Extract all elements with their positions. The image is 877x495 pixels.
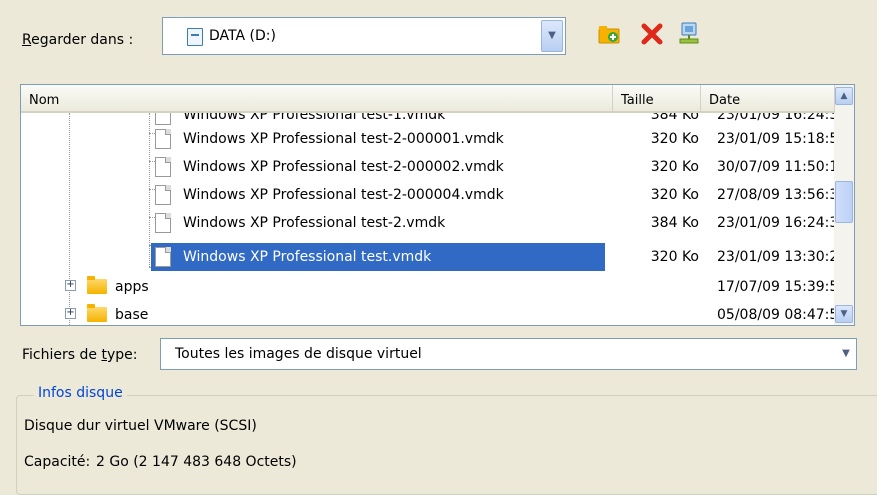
- list-item[interactable]: Windows XP Professional test-2-000002.vm…: [21, 153, 847, 181]
- disk-info-group: [16, 395, 877, 495]
- file-type-label: Fichiers de type:: [22, 347, 138, 363]
- folder-item[interactable]: + base 05/08/09 08:47:52: [21, 301, 847, 325]
- expand-icon[interactable]: +: [65, 308, 76, 319]
- file-type-value: Toutes les images de disque virtuel: [175, 346, 422, 362]
- file-name: Windows XP Professional test.vmdk: [183, 249, 432, 265]
- scroll-down-icon[interactable]: ▼: [835, 305, 853, 323]
- folder-date: 17/07/09 15:39:52: [717, 279, 848, 295]
- expand-icon[interactable]: +: [65, 280, 76, 291]
- file-name: Windows XP Professional test-2-000001.vm…: [183, 131, 504, 147]
- disk-info-title: Infos disque: [34, 385, 127, 401]
- file-date: 23/01/09 15:18:56: [717, 131, 848, 147]
- file-name: Windows XP Professional test-2-000004.vm…: [183, 187, 504, 203]
- chevron-down-icon[interactable]: ▼: [541, 20, 563, 52]
- file-icon: [155, 247, 171, 267]
- folder-icon: [87, 276, 107, 294]
- file-size: 320 Ko: [650, 131, 699, 147]
- look-in-value: DATA (D:): [209, 28, 276, 44]
- file-date: 23/01/09 13:30:25: [717, 249, 848, 265]
- file-size: 320 Ko: [650, 159, 699, 175]
- folder-name: apps: [115, 279, 149, 295]
- folder-name: base: [115, 307, 149, 323]
- list-item[interactable]: Windows XP Professional test-2-000004.vm…: [21, 181, 847, 209]
- folder-icon: [87, 304, 107, 322]
- capacity-label: Capacité:: [24, 454, 91, 470]
- file-size: 320 Ko: [650, 249, 699, 265]
- drive-icon: [187, 28, 203, 46]
- file-list[interactable]: Nom Taille Date Windows XP Professional …: [20, 84, 855, 326]
- file-icon: [155, 213, 171, 233]
- chevron-down-icon[interactable]: ▼: [838, 343, 854, 365]
- look-in-label: Regarder dans :: [22, 32, 134, 48]
- file-icon: [155, 129, 171, 149]
- file-date: 27/08/09 13:56:36: [717, 187, 848, 203]
- folder-date: 05/08/09 08:47:52: [717, 307, 848, 323]
- file-size: 384 Ko: [650, 215, 699, 231]
- list-item[interactable]: Windows XP Professional test-2.vmdk 384 …: [21, 209, 847, 237]
- file-type-dropdown[interactable]: Toutes les images de disque virtuel ▼: [160, 338, 857, 370]
- delete-icon[interactable]: [638, 20, 666, 48]
- list-item[interactable]: Windows XP Professional test-2-000001.vm…: [21, 125, 847, 153]
- file-size: 320 Ko: [650, 187, 699, 203]
- network-drive-icon[interactable]: [676, 20, 704, 48]
- scroll-thumb[interactable]: [835, 181, 853, 223]
- column-header-name-overlay: Nom: [21, 85, 613, 113]
- disk-type-text: Disque dur virtuel VMware (SCSI): [24, 418, 257, 434]
- file-icon: [155, 185, 171, 205]
- vertical-scrollbar[interactable]: ▲ ▼: [834, 85, 854, 325]
- new-folder-icon[interactable]: [596, 20, 624, 48]
- column-header-date-overlay: Date: [701, 85, 835, 113]
- file-name: Windows XP Professional test-2-000002.vm…: [183, 159, 504, 175]
- file-icon: [155, 157, 171, 177]
- look-in-dropdown[interactable]: DATA (D:) ▼: [162, 17, 566, 55]
- capacity-value: 2 Go (2 147 483 648 Octets): [96, 454, 297, 470]
- scroll-up-icon[interactable]: ▲: [835, 87, 853, 105]
- folder-item[interactable]: + apps 17/07/09 15:39:52: [21, 273, 847, 301]
- list-item-selected[interactable]: Windows XP Professional test.vmdk 320 Ko…: [21, 243, 847, 271]
- file-name: Windows XP Professional test-2.vmdk: [183, 215, 446, 231]
- file-date: 23/01/09 16:24:34: [717, 215, 848, 231]
- file-date: 30/07/09 11:50:15: [717, 159, 848, 175]
- column-header-size-overlay: Taille: [613, 85, 701, 113]
